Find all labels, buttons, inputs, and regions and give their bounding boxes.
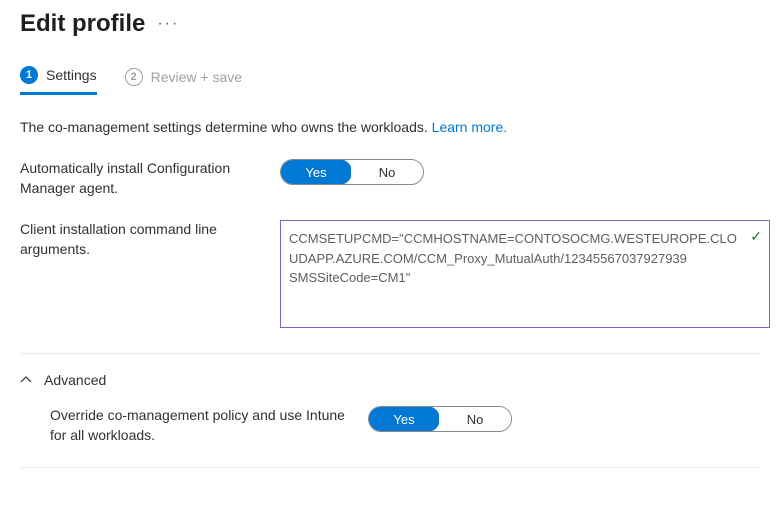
tab-settings[interactable]: 1 Settings [20,66,97,95]
divider [20,467,760,468]
override-label: Override co-management policy and use In… [50,406,368,445]
chevron-up-icon [20,373,32,387]
override-toggle[interactable]: Yes No [368,406,512,432]
advanced-section-toggle[interactable]: Advanced [20,372,760,388]
tab-label: Settings [46,67,97,83]
tab-step-number: 1 [20,66,38,84]
toggle-no[interactable]: No [439,407,511,431]
validation-check-icon: ✓ [750,228,762,245]
divider [20,353,760,354]
wizard-tabs: 1 Settings 2 Review + save [20,66,760,95]
more-options-button[interactable]: ··· [157,15,179,33]
tab-review-save[interactable]: 2 Review + save [125,66,242,95]
learn-more-link[interactable]: Learn more. [432,119,507,135]
description-text: The co-management settings determine who… [20,119,760,135]
tab-step-number: 2 [125,68,143,86]
toggle-no[interactable]: No [351,160,423,184]
advanced-title: Advanced [44,372,106,388]
auto-install-toggle[interactable]: Yes No [280,159,424,185]
toggle-yes[interactable]: Yes [280,159,352,185]
cmd-line-label: Client installation command line argumen… [20,220,280,259]
tab-label: Review + save [151,69,242,85]
toggle-yes[interactable]: Yes [368,406,440,432]
page-title: Edit profile [20,10,145,38]
auto-install-label: Automatically install Configuration Mana… [20,159,280,198]
cmd-line-input[interactable] [280,220,770,328]
description-span: The co-management settings determine who… [20,119,432,135]
